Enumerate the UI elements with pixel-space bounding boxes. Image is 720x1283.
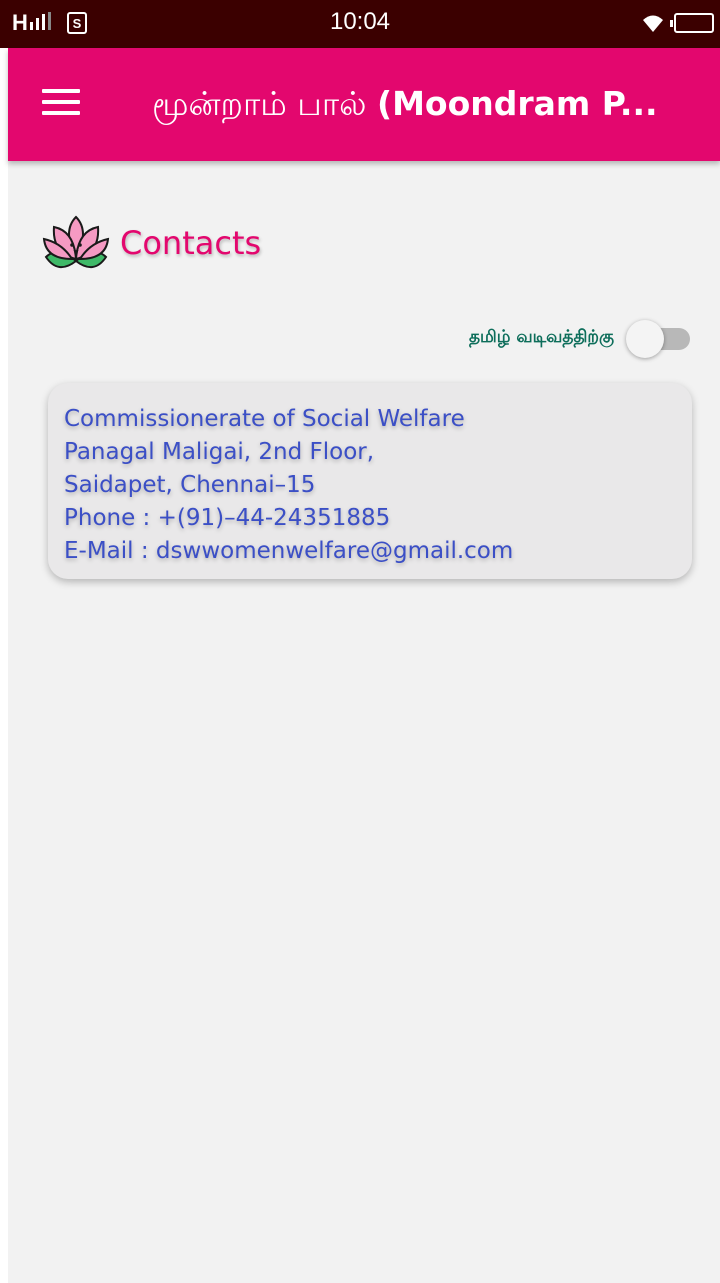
- contact-organization: Commissionerate of Social Welfare: [64, 406, 465, 432]
- app-title: மூன்றாம் பால் (Moondram P...: [152, 84, 712, 128]
- app-title-tamil: மூன்றாம் பால்: [152, 84, 377, 123]
- page-title: Contacts: [120, 224, 262, 262]
- hamburger-icon: [42, 89, 80, 93]
- app-bar: மூன்றாம் பால் (Moondram P...: [8, 48, 720, 161]
- section-header: Contacts: [38, 205, 261, 281]
- status-bar: H S 10:04: [0, 0, 720, 48]
- contact-phone[interactable]: Phone : +(91)–44-24351885: [64, 502, 676, 535]
- battery-icon: [670, 13, 714, 33]
- screen-edge: [0, 0, 8, 1283]
- wifi-icon: [643, 15, 663, 32]
- status-time: 10:04: [329, 8, 391, 35]
- contact-email[interactable]: E-Mail : dswwomenwelfare@gmail.com: [64, 535, 676, 568]
- menu-button[interactable]: [42, 80, 86, 124]
- switch-thumb: [626, 320, 664, 358]
- language-toggle-switch[interactable]: [624, 318, 692, 358]
- contact-address-line-1: Panagal Maligai, 2nd Floor,: [64, 439, 375, 465]
- language-toggle-row: தமிழ் வடிவத்திற்கு: [469, 318, 692, 358]
- page-background: [8, 0, 720, 1283]
- contact-address-line-2: Saidapet, Chennai–15: [64, 472, 316, 498]
- contact-card: Commissionerate of Social Welfare Panaga…: [48, 383, 692, 579]
- language-toggle-label: தமிழ் வடிவத்திற்கு: [468, 327, 614, 347]
- lotus-icon: [42, 215, 110, 268]
- app-title-english: (Moondram P...: [376, 84, 658, 123]
